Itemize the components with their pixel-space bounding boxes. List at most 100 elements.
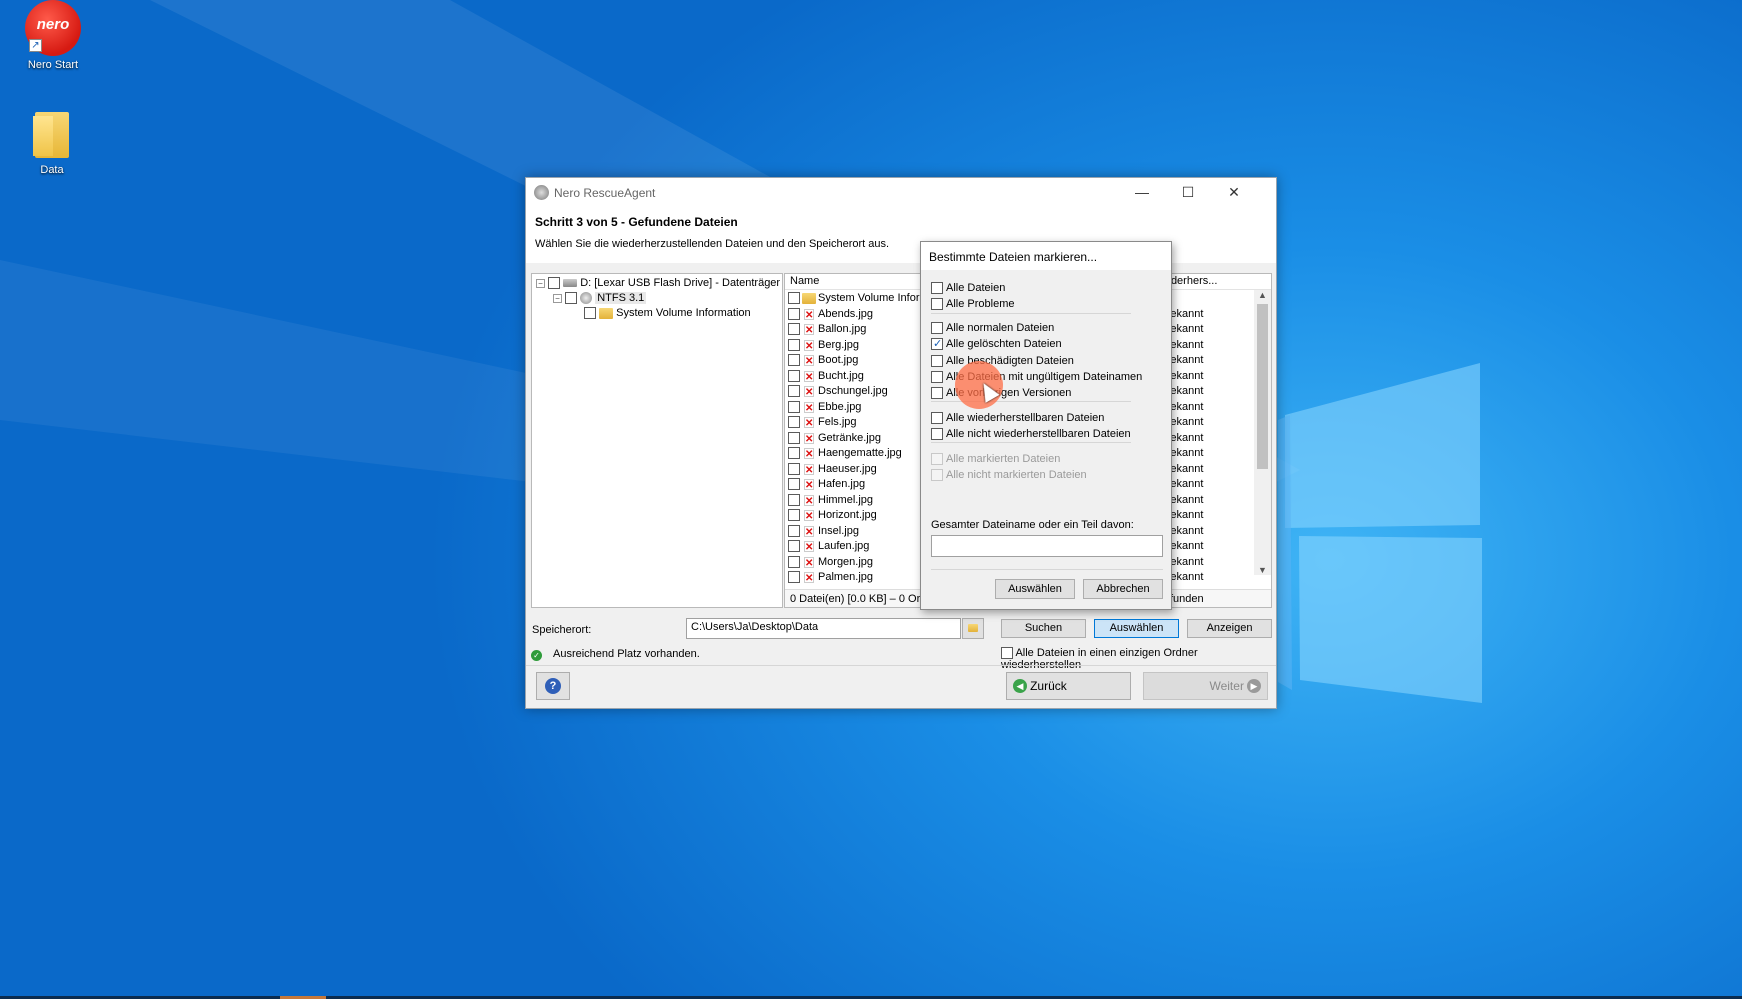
file-name: Getränke.jpg bbox=[818, 431, 881, 444]
deleted-file-icon: ✕ bbox=[804, 463, 814, 476]
close-button[interactable]: ✕ bbox=[1212, 178, 1256, 207]
drive-tree[interactable]: − D: [Lexar USB Flash Drive] - Datenträg… bbox=[531, 273, 783, 608]
file-name: Bucht.jpg bbox=[818, 369, 864, 382]
help-button[interactable]: ? bbox=[536, 672, 570, 700]
tree-node-ntfs[interactable]: − NTFS 3.1 bbox=[553, 292, 647, 305]
mark-option[interactable]: Alle normalen Dateien bbox=[931, 322, 1055, 335]
row-checkbox[interactable] bbox=[788, 478, 800, 490]
browse-folder-button[interactable] bbox=[962, 618, 984, 639]
deleted-file-icon: ✕ bbox=[804, 324, 814, 336]
option-checkbox[interactable] bbox=[931, 282, 943, 295]
mark-files-dialog: Bestimmte Dateien markieren... Alle Date… bbox=[920, 241, 1172, 610]
tree-checkbox[interactable] bbox=[548, 277, 561, 290]
row-checkbox[interactable] bbox=[788, 555, 800, 568]
row-checkbox[interactable] bbox=[788, 509, 800, 521]
mark-option[interactable]: Alle nicht wiederherstellbaren Dateien bbox=[931, 428, 1131, 441]
nero-logo: nero ↗ bbox=[25, 0, 81, 56]
tree-node-drive[interactable]: − D: [Lexar USB Flash Drive] - Datenträg… bbox=[536, 277, 781, 290]
file-name: Ballon.jpg bbox=[818, 323, 867, 335]
folder-icon bbox=[968, 624, 978, 632]
maximize-button[interactable]: ☐ bbox=[1166, 178, 1210, 207]
row-checkbox[interactable] bbox=[788, 540, 800, 552]
collapse-icon[interactable]: − bbox=[553, 293, 562, 303]
scroll-up-arrow-icon[interactable]: ▲ bbox=[1254, 290, 1271, 300]
mark-option[interactable]: Alle gelöschten Dateien bbox=[931, 337, 1062, 351]
step-title: Schritt 3 von 5 - Gefundene Dateien bbox=[535, 215, 738, 229]
help-icon: ? bbox=[545, 678, 561, 694]
row-checkbox[interactable] bbox=[788, 571, 800, 583]
show-button[interactable]: Anzeigen bbox=[1187, 619, 1272, 638]
single-folder-label: Alle Dateien in einen einzigen Ordner wi… bbox=[1001, 647, 1198, 672]
row-checkbox[interactable] bbox=[788, 493, 800, 506]
option-checkbox[interactable] bbox=[931, 355, 943, 368]
tree-checkbox[interactable] bbox=[584, 307, 596, 320]
option-label: Alle nicht wiederherstellbaren Dateien bbox=[946, 428, 1131, 440]
column-name[interactable]: Name bbox=[790, 275, 819, 287]
option-label: Alle gelöschten Dateien bbox=[946, 338, 1062, 350]
option-checkbox[interactable] bbox=[931, 298, 943, 311]
mark-option[interactable]: Alle Dateien bbox=[931, 282, 1006, 295]
option-label: Alle normalen Dateien bbox=[946, 322, 1055, 334]
tree-checkbox[interactable] bbox=[565, 292, 578, 305]
scroll-down-arrow-icon[interactable]: ▼ bbox=[1254, 565, 1271, 575]
row-checkbox[interactable] bbox=[788, 462, 800, 475]
back-button[interactable]: ◀ Zurück bbox=[1006, 672, 1131, 700]
row-checkbox[interactable] bbox=[788, 524, 800, 537]
single-folder-option[interactable]: Alle Dateien in einen einzigen Ordner wi… bbox=[1001, 647, 1276, 671]
option-checkbox[interactable] bbox=[931, 322, 943, 335]
row-checkbox[interactable] bbox=[788, 338, 800, 351]
file-name: System Volume Inform bbox=[818, 292, 929, 304]
single-folder-checkbox[interactable] bbox=[1001, 647, 1013, 660]
option-checkbox[interactable] bbox=[931, 412, 943, 425]
dialog-ok-button[interactable]: Auswählen bbox=[995, 579, 1075, 599]
deleted-file-icon: ✕ bbox=[804, 525, 814, 538]
option-checkbox[interactable] bbox=[931, 387, 943, 400]
select-button[interactable]: Auswählen bbox=[1094, 619, 1179, 638]
dialog-cancel-button[interactable]: Abbrechen bbox=[1083, 579, 1163, 599]
mark-option[interactable]: Alle wiederherstellbaren Dateien bbox=[931, 412, 1105, 425]
dialog-divider bbox=[931, 569, 1163, 570]
option-checkbox[interactable] bbox=[931, 371, 943, 384]
storage-path-input[interactable]: C:\Users\Ja\Desktop\Data bbox=[686, 618, 961, 639]
search-button[interactable]: Suchen bbox=[1001, 619, 1086, 638]
option-checkbox[interactable] bbox=[931, 428, 943, 441]
row-checkbox[interactable] bbox=[788, 323, 800, 335]
minimize-button[interactable]: — bbox=[1120, 178, 1164, 207]
row-checkbox[interactable] bbox=[788, 431, 800, 444]
row-checkbox[interactable] bbox=[788, 385, 800, 397]
row-checkbox[interactable] bbox=[788, 369, 800, 382]
option-label: Alle Dateien bbox=[946, 282, 1006, 294]
row-checkbox[interactable] bbox=[788, 354, 800, 366]
row-checkbox[interactable] bbox=[788, 416, 800, 428]
row-checkbox[interactable] bbox=[788, 447, 800, 459]
option-checkbox bbox=[931, 453, 943, 466]
desktop-icon-data[interactable]: Data bbox=[7, 112, 97, 176]
collapse-icon[interactable]: − bbox=[536, 278, 545, 288]
row-checkbox[interactable] bbox=[788, 292, 800, 304]
app-icon bbox=[534, 185, 549, 200]
list-scrollbar[interactable]: ▲ ▼ bbox=[1254, 290, 1271, 575]
option-label: Alle Probleme bbox=[946, 298, 1015, 310]
deleted-file-icon: ✕ bbox=[804, 432, 814, 445]
row-checkbox[interactable] bbox=[788, 400, 800, 413]
desktop-icon-label: Nero Start bbox=[27, 59, 79, 71]
file-name: Haeuser.jpg bbox=[818, 462, 877, 475]
tree-label: D: [Lexar USB Flash Drive] - Datenträger bbox=[580, 277, 781, 289]
scroll-thumb[interactable] bbox=[1257, 304, 1268, 469]
tree-node-system-volume[interactable]: System Volume Information bbox=[584, 307, 751, 320]
mark-option[interactable]: Alle Probleme bbox=[931, 298, 1015, 311]
next-button[interactable]: Weiter ▶ bbox=[1143, 672, 1268, 700]
desktop-icon-nero-start[interactable]: nero ↗ Nero Start bbox=[8, 0, 98, 71]
filename-label: Gesamter Dateiname oder ein Teil davon: bbox=[931, 519, 1134, 531]
file-name: Ebbe.jpg bbox=[818, 400, 862, 413]
deleted-file-icon: ✕ bbox=[804, 355, 814, 367]
row-checkbox[interactable] bbox=[788, 307, 800, 320]
option-checkbox[interactable] bbox=[931, 337, 943, 351]
next-label: Weiter bbox=[1209, 679, 1244, 694]
title-bar[interactable]: Nero RescueAgent — ☐ ✕ bbox=[526, 178, 1276, 207]
deleted-file-icon: ✕ bbox=[804, 386, 814, 398]
mark-option[interactable]: Alle beschädigten Dateien bbox=[931, 355, 1074, 368]
option-label: Alle wiederherstellbaren Dateien bbox=[946, 412, 1105, 424]
option-label: Alle nicht markierten Dateien bbox=[946, 469, 1087, 481]
filename-input[interactable] bbox=[931, 535, 1163, 557]
